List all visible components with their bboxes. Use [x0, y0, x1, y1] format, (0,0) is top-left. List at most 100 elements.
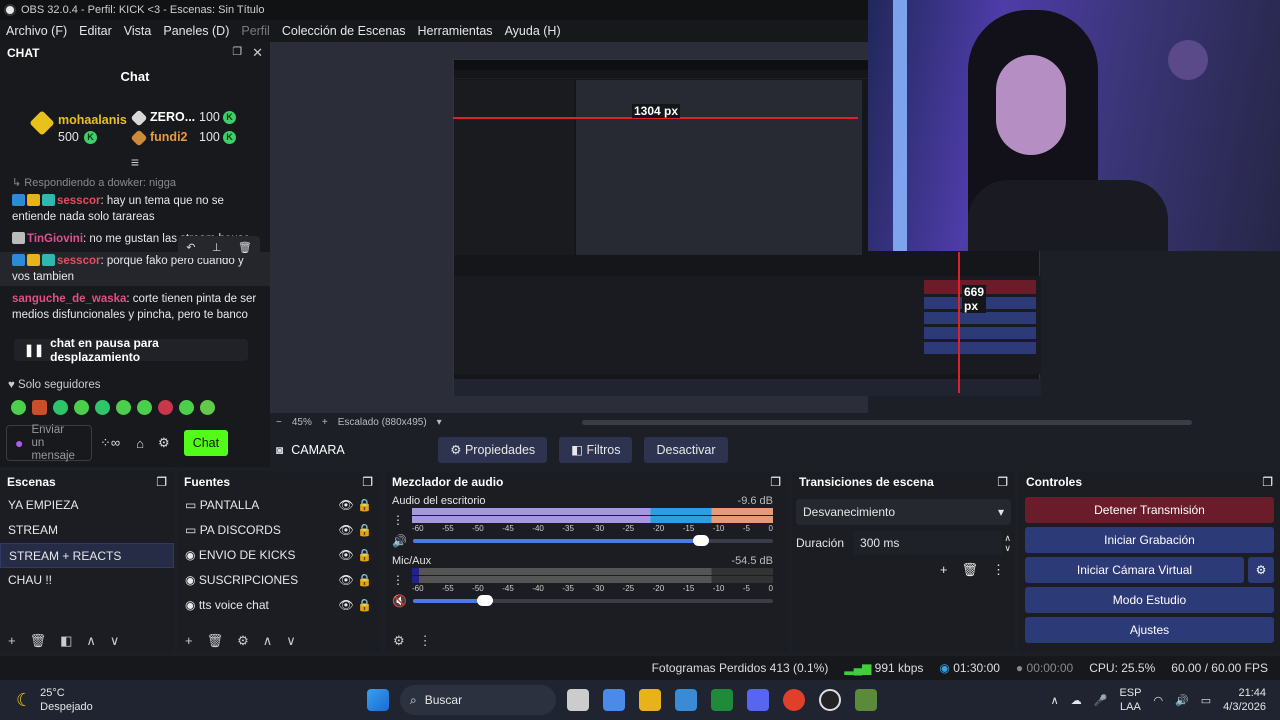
lock-icon[interactable]: 🔒: [357, 523, 372, 537]
delete-icon[interactable]: 🗑: [207, 633, 224, 649]
studio-mode-button[interactable]: Modo Estudio: [1025, 587, 1274, 613]
zoom-in-button[interactable]: +: [322, 417, 328, 428]
lock-icon[interactable]: 🔒: [357, 573, 372, 587]
chevron-up-icon[interactable]: ∧: [1051, 694, 1059, 707]
mixer-menu-icon[interactable]: ⋮: [419, 633, 432, 649]
emote-icon[interactable]: [53, 400, 68, 415]
scene-item[interactable]: YA EMPIEZA: [0, 493, 174, 518]
float-icon[interactable]: ❐: [770, 471, 781, 493]
emote-icon[interactable]: [137, 400, 152, 415]
menu-herramientas[interactable]: Herramientas: [412, 24, 499, 38]
cloud-icon[interactable]: ☁: [1071, 694, 1082, 707]
emote-icon[interactable]: [200, 400, 215, 415]
up-icon[interactable]: ∧: [86, 633, 96, 649]
source-item[interactable]: ◉ tts voice chat 👁 🔒: [177, 593, 380, 618]
send-chat-button[interactable]: Chat: [183, 430, 229, 456]
source-item[interactable]: ▭ PA DISCORDS 👁 🔒: [177, 518, 380, 543]
start-icon[interactable]: [367, 689, 389, 711]
source-item[interactable]: ◉ SUSCRIPCIONES 👁 🔒: [177, 568, 380, 593]
float-icon[interactable]: ❐: [997, 471, 1008, 493]
wifi-icon[interactable]: ◠: [1153, 694, 1163, 707]
menu-paneles[interactable]: Paneles (D): [157, 24, 235, 38]
reply-icon[interactable]: ↶: [186, 241, 195, 254]
add-icon[interactable]: +: [8, 633, 16, 649]
eye-icon[interactable]: 👁: [338, 598, 353, 612]
eye-icon[interactable]: 👁: [338, 498, 353, 512]
duration-input[interactable]: 300 ms: [854, 531, 1003, 555]
copilot-icon[interactable]: [603, 689, 625, 711]
volume-slider[interactable]: [412, 535, 773, 546]
sheets-icon[interactable]: [711, 689, 733, 711]
search-box[interactable]: ⌕ Buscar: [400, 685, 556, 715]
folder-icon[interactable]: [639, 689, 661, 711]
eye-icon[interactable]: 👁: [338, 548, 353, 562]
zoom-out-button[interactable]: −: [276, 417, 282, 428]
float-icon[interactable]: ❐: [1262, 471, 1273, 493]
delete-icon[interactable]: 🗑: [238, 241, 252, 254]
delete-icon[interactable]: 🗑: [30, 633, 47, 649]
settings-icon[interactable]: ⚙: [158, 435, 170, 451]
volume-slider[interactable]: [412, 595, 773, 606]
emote-icon[interactable]: [158, 400, 173, 415]
float-icon[interactable]: ❐: [156, 471, 167, 493]
chat-input[interactable]: ● Enviar un mensaje: [6, 424, 92, 462]
down-icon[interactable]: ∨: [286, 633, 296, 649]
collapse-icon[interactable]: ≡: [0, 152, 270, 174]
muted-speaker-icon[interactable]: 🔇: [392, 594, 407, 608]
scene-item[interactable]: STREAM: [0, 518, 174, 543]
weather-widget[interactable]: ☾ 25°C Despejado: [0, 686, 360, 714]
store-icon[interactable]: ⌂: [136, 436, 144, 451]
properties-button[interactable]: ⚙ Propiedades: [438, 437, 548, 463]
task-view-icon[interactable]: [567, 689, 589, 711]
up-icon[interactable]: ∧: [263, 633, 273, 649]
channel-menu-icon[interactable]: ⋮: [392, 573, 404, 587]
preview-scrollbar[interactable]: [581, 419, 1192, 425]
close-icon[interactable]: ✕: [252, 45, 263, 61]
menu-ayuda[interactable]: Ayuda (H): [499, 24, 567, 38]
calculator-icon[interactable]: [675, 689, 697, 711]
channel-menu-icon[interactable]: ⋮: [392, 513, 404, 527]
eye-icon[interactable]: 👁: [338, 523, 353, 537]
battery-icon[interactable]: ▭: [1201, 694, 1211, 707]
volume-icon[interactable]: 🔊: [1175, 694, 1189, 707]
add-icon[interactable]: +: [185, 633, 193, 649]
emote-icon[interactable]: [179, 400, 194, 415]
scene-item[interactable]: CHAU !!: [0, 568, 174, 593]
lock-icon[interactable]: 🔒: [357, 498, 372, 512]
menu-icon[interactable]: ⋮: [992, 562, 1005, 578]
eye-icon[interactable]: 👁: [338, 573, 353, 587]
lock-icon[interactable]: 🔒: [357, 598, 372, 612]
preview-area[interactable]: 1304 px 669 px: [270, 42, 1041, 413]
minecraft-icon[interactable]: [855, 689, 877, 711]
menu-perfil[interactable]: Perfil: [235, 24, 275, 38]
menu-vista[interactable]: Vista: [118, 24, 158, 38]
clock[interactable]: 21:44 4/3/2026: [1223, 686, 1266, 714]
menu-coleccion[interactable]: Colección de Escenas: [276, 24, 412, 38]
start-virtual-camera-button[interactable]: Iniciar Cámara Virtual: [1025, 557, 1244, 583]
transition-select[interactable]: Desvanecimiento ▾: [796, 499, 1011, 525]
spinner-icon[interactable]: ∧ ∨: [1004, 533, 1011, 553]
mic-icon[interactable]: 🎤: [1094, 694, 1108, 707]
scale-dropdown-icon[interactable]: ▾: [437, 417, 442, 428]
emote-icon[interactable]: [32, 400, 47, 415]
filter-icon[interactable]: ◧: [60, 633, 72, 649]
volume-handle[interactable]: [476, 595, 493, 606]
source-item[interactable]: ◉ ENVIO DE KICKS 👁 🔒: [177, 543, 380, 568]
advanced-audio-icon[interactable]: ⚙: [393, 633, 405, 649]
deactivate-button[interactable]: Desactivar: [644, 437, 728, 463]
add-icon[interactable]: +: [940, 562, 948, 578]
volume-handle[interactable]: [692, 535, 709, 546]
lock-icon[interactable]: 🔒: [357, 548, 372, 562]
mic-icon[interactable]: ●: [15, 435, 23, 451]
menu-archivo[interactable]: Archivo (F): [0, 24, 73, 38]
users-icon[interactable]: ⁘∞: [100, 435, 120, 451]
chat-paused-banner[interactable]: ❚❚ chat en pausa para desplazamiento: [14, 336, 248, 364]
virtual-camera-settings-icon[interactable]: ⚙: [1248, 557, 1274, 583]
source-item[interactable]: ▭ PANTALLA 👁 🔒: [177, 493, 380, 518]
scene-item-selected[interactable]: STREAM + REACTS: [0, 543, 174, 568]
float-icon[interactable]: ❐: [362, 471, 373, 493]
speaker-icon[interactable]: 🔊: [392, 534, 407, 548]
emote-icon[interactable]: [11, 400, 26, 415]
stop-stream-button[interactable]: Detener Transmisión: [1025, 497, 1274, 523]
menu-editar[interactable]: Editar: [73, 24, 118, 38]
